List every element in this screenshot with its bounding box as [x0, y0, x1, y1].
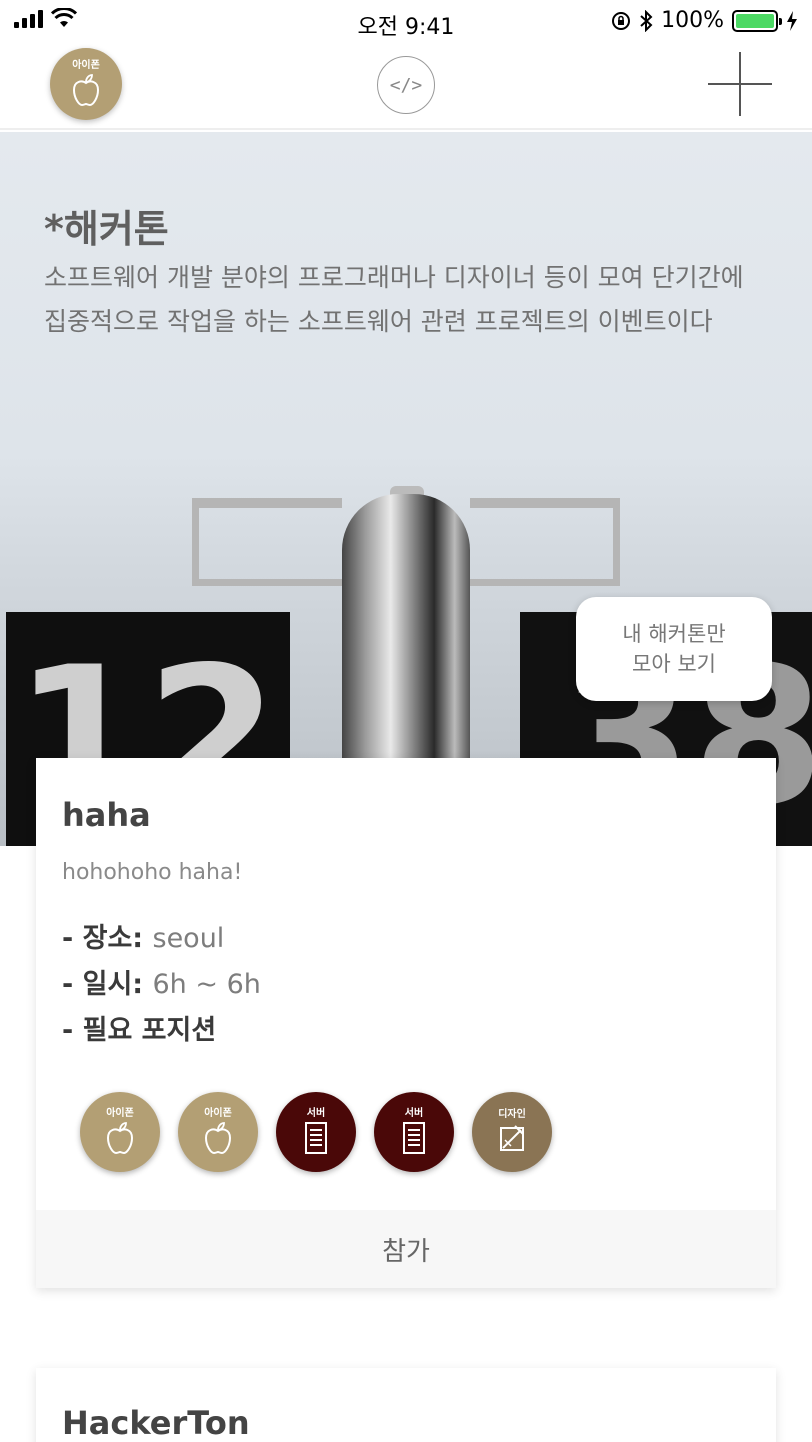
server-icon: [305, 1122, 327, 1154]
status-bar: 오전 9:41 100%: [0, 0, 812, 44]
position-label: 아이폰: [204, 1108, 232, 1119]
status-right: 100%: [611, 8, 798, 33]
hackathon-card[interactable]: HackerTon: [36, 1368, 776, 1442]
clock-bracket-left: [192, 498, 342, 586]
card-title: HackerTon: [62, 1404, 250, 1442]
design-icon: [500, 1125, 524, 1151]
apple-icon: [204, 1122, 232, 1155]
server-icon: [403, 1122, 425, 1154]
position-badge-server[interactable]: 서버: [276, 1092, 356, 1172]
avatar-label: 아이폰: [72, 60, 100, 71]
hero-title: *해커톤: [44, 207, 169, 251]
apple-icon: [106, 1122, 134, 1155]
position-label: 서버: [404, 1108, 424, 1119]
battery-icon: [732, 9, 782, 32]
position-badge-design[interactable]: 디자인: [472, 1092, 552, 1172]
place-label: - 장소:: [62, 923, 144, 954]
position-badge-server[interactable]: 서버: [374, 1092, 454, 1172]
charging-icon: [787, 10, 797, 31]
position-label: 서버: [306, 1108, 326, 1119]
apple-icon: [72, 74, 100, 107]
time-value: 6h ~ 6h: [152, 969, 261, 1000]
profile-avatar-button[interactable]: 아이폰: [50, 48, 122, 120]
card-title: haha: [62, 796, 151, 834]
hero-banner: 12 38 *해커톤 소프트웨어 개발 분야의 프로그래머나 디자이너 등이 모…: [0, 132, 812, 846]
bluetooth-icon: [640, 9, 653, 32]
add-button[interactable]: [708, 52, 772, 116]
positions-list: 아이폰 아이폰 서버 서버 디자인: [80, 1092, 552, 1172]
my-hackathons-button[interactable]: 내 해커톤만 모아 보기: [576, 597, 772, 701]
position-badge-iphone[interactable]: 아이폰: [80, 1092, 160, 1172]
rotation-lock-icon: [612, 11, 631, 30]
position-label: 아이폰: [106, 1108, 134, 1119]
position-badge-iphone[interactable]: 아이폰: [178, 1092, 258, 1172]
positions-label: - 필요 포지션: [62, 1015, 217, 1046]
position-label: 디자인: [498, 1109, 526, 1120]
clock-bracket-right: [470, 498, 620, 586]
time-row: - 일시: 6h ~ 6h: [62, 962, 261, 1001]
nav-bar: 아이폰 </>: [0, 44, 812, 130]
code-button[interactable]: </>: [377, 56, 435, 114]
card-subtitle: hohohoho haha!: [62, 860, 243, 885]
place-row: - 장소: seoul: [62, 916, 224, 955]
hackathon-card[interactable]: haha hohohoho haha! - 장소: seoul - 일시: 6h…: [36, 758, 776, 1288]
hero-description: 소프트웨어 개발 분야의 프로그래머나 디자이너 등이 모여 단기간에 집중적으…: [44, 263, 744, 336]
place-value: seoul: [152, 923, 225, 954]
battery-percent: 100%: [661, 8, 724, 33]
time-label: - 일시:: [62, 969, 144, 1000]
join-button[interactable]: 참가: [36, 1210, 776, 1288]
